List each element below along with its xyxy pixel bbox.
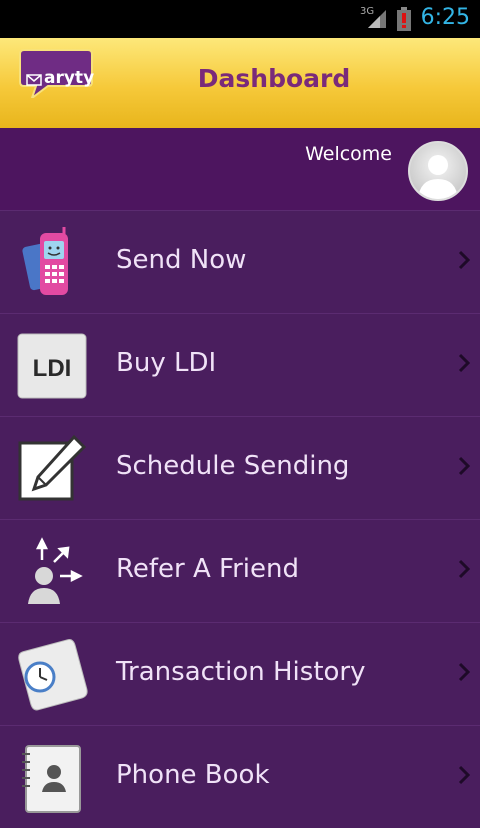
- menu-item-label: Buy LDI: [116, 348, 217, 378]
- page-title: Dashboard: [197, 64, 351, 93]
- menu-item-label: Phone Book: [116, 760, 270, 790]
- menu-item-label: Refer A Friend: [116, 554, 300, 584]
- welcome-text: Welcome: [305, 143, 392, 165]
- menu-item-phone-book[interactable]: Phone Book: [0, 725, 480, 828]
- menu-item-schedule-sending[interactable]: Schedule Sending: [0, 416, 480, 519]
- edit-icon: [18, 434, 87, 501]
- dashboard-menu: Send Now LDI Buy LDI Schedule Sending Re…: [0, 210, 480, 828]
- phone-book-icon: [22, 745, 81, 813]
- menu-item-transaction-history[interactable]: Transaction History: [0, 622, 480, 725]
- avatar[interactable]: [408, 141, 468, 201]
- menu-item-send-now[interactable]: Send Now: [0, 210, 480, 313]
- status-bar: 3G 6:25: [0, 0, 480, 38]
- chevron-right-icon: [458, 353, 471, 373]
- signal-icon: [368, 10, 386, 28]
- clock-scroll-icon: [18, 639, 88, 711]
- chevron-right-icon: [458, 250, 471, 270]
- phone-icon: [22, 227, 68, 295]
- chevron-right-icon: [458, 559, 471, 579]
- status-time: 6:25: [420, 5, 470, 30]
- menu-item-label: Send Now: [116, 245, 247, 275]
- battery-alert-icon: [397, 7, 411, 31]
- chevron-right-icon: [458, 662, 471, 682]
- user-silhouette-icon: [418, 155, 458, 199]
- ldi-icon: LDI: [17, 333, 87, 399]
- menu-item-label: Schedule Sending: [116, 451, 350, 481]
- menu-item-buy-ldi[interactable]: LDI Buy LDI: [0, 313, 480, 416]
- refer-friend-icon: [28, 537, 83, 604]
- chevron-right-icon: [458, 765, 471, 785]
- svg-text:LDI: LDI: [33, 355, 72, 382]
- menu-item-refer-a-friend[interactable]: Refer A Friend: [0, 519, 480, 622]
- chevron-right-icon: [458, 456, 471, 476]
- menu-item-label: Transaction History: [116, 657, 366, 687]
